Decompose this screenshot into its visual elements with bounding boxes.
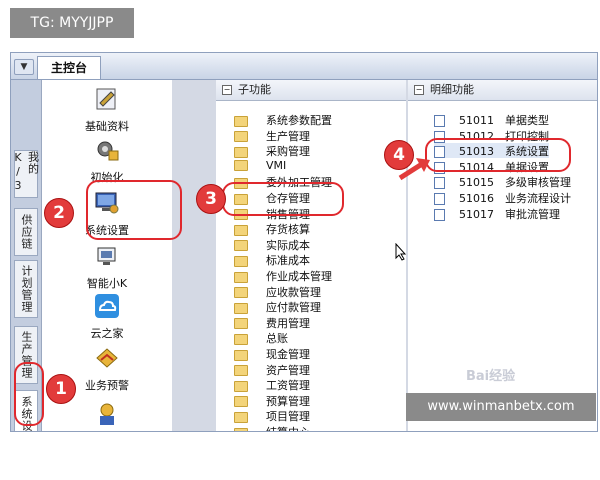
module-label: 基础资料 <box>85 120 129 133</box>
sub-function-item[interactable]: 采购管理 <box>234 143 310 158</box>
tab-bar: ▼ 主控台 <box>11 53 597 80</box>
step-3-badge: 3 <box>196 184 226 214</box>
highlight-ring-51013 <box>425 138 571 172</box>
sub-function-item[interactable]: 作业成本管理 <box>234 268 332 283</box>
sub-function-item[interactable]: 工资管理 <box>234 377 310 392</box>
module-label: 云之家 <box>90 327 124 340</box>
folder-icon <box>234 380 248 392</box>
site-watermark: www.winmanbetx.com <box>406 393 596 421</box>
module-smart-k[interactable]: 智能小K <box>42 243 172 291</box>
folder-icon <box>234 224 248 236</box>
folder-icon <box>234 271 248 283</box>
folder-icon <box>234 365 248 377</box>
sub-function-item[interactable]: 总账 <box>234 330 288 345</box>
robot-icon <box>97 247 116 265</box>
baidu-watermark: Bai经验 <box>466 369 516 384</box>
folder-icon <box>234 349 248 361</box>
folder-icon <box>234 146 248 158</box>
sub-function-item[interactable]: VMI <box>234 159 286 174</box>
arrow-icon <box>398 158 430 181</box>
step-1-badge: 1 <box>46 374 76 404</box>
folder-icon <box>234 240 248 252</box>
folder-icon <box>234 160 248 172</box>
module-cloud-home[interactable]: 云之家 <box>42 293 172 341</box>
folder-icon <box>234 396 248 408</box>
mouse-cursor-icon <box>395 243 407 261</box>
sub-function-item[interactable]: 实际成本 <box>234 237 310 252</box>
sub-function-header: − 子功能 <box>216 80 406 101</box>
user-icon <box>100 403 114 425</box>
document-icon <box>434 177 445 190</box>
sub-function-item[interactable]: 系统参数配置 <box>234 112 332 127</box>
folder-icon <box>234 427 248 431</box>
sub-function-item[interactable]: 预算管理 <box>234 393 310 408</box>
side-tab-supply-chain[interactable]: 供应链 <box>14 208 38 256</box>
sub-function-item[interactable]: 应付款管理 <box>234 299 321 314</box>
document-icon <box>434 208 445 221</box>
folder-icon <box>234 131 248 143</box>
side-tab-planning[interactable]: 计划管理 <box>14 260 38 318</box>
highlight-ring-side-tab <box>14 362 44 426</box>
sub-function-item[interactable]: 资产管理 <box>234 362 310 377</box>
sub-function-item[interactable]: 结算中心 <box>234 424 310 431</box>
sub-function-item[interactable]: 项目管理 <box>234 408 310 423</box>
side-tab-my-k3[interactable]: 我的K/3 <box>12 150 40 198</box>
document-icon <box>434 193 445 205</box>
folder-icon <box>234 287 248 299</box>
folder-icon <box>234 255 248 267</box>
highlight-ring-warehouse <box>222 182 344 216</box>
module-label: 智能小K <box>86 277 128 290</box>
collapse-icon[interactable]: − <box>414 85 424 95</box>
sub-function-item[interactable]: 应收款管理 <box>234 284 321 299</box>
document-icon <box>434 115 445 127</box>
module-more[interactable] <box>42 400 172 430</box>
sub-function-item[interactable]: 存货核算 <box>234 221 310 236</box>
tg-label: TG: MYYJJPP <box>10 8 134 38</box>
sub-function-panel: − 子功能 系统参数配置 生产管理 采购管理 VMI 委外加工管理 仓存管理 销售管理 存货核算… <box>216 80 406 431</box>
step-2-badge: 2 <box>44 198 74 228</box>
detail-function-header: − 明细功能 <box>408 80 597 101</box>
sub-function-item[interactable]: 标准成本 <box>234 252 310 267</box>
detail-function-item[interactable]: 51011 单据类型 <box>434 112 549 127</box>
folder-icon <box>234 318 248 330</box>
tab-dropdown-icon[interactable]: ▼ <box>14 59 34 75</box>
detail-function-item[interactable]: 51017 审批流管理 <box>434 206 560 221</box>
detail-function-item[interactable]: 51015 多级审核管理 <box>434 174 571 190</box>
alert-icon <box>96 348 118 368</box>
gear-cube-icon <box>97 141 119 161</box>
sub-function-item[interactable]: 生产管理 <box>234 128 310 143</box>
folder-icon <box>234 333 248 345</box>
tab-main-console[interactable]: 主控台 <box>37 56 101 79</box>
sub-function-item[interactable]: 费用管理 <box>234 315 310 330</box>
highlight-ring-system-settings <box>86 180 182 240</box>
detail-function-item[interactable]: 51016 业务流程设计 <box>434 190 571 205</box>
module-basic-data[interactable]: 基础资料 <box>42 86 172 134</box>
folder-icon <box>234 411 248 423</box>
database-icon <box>96 88 116 110</box>
folder-icon <box>234 115 248 127</box>
sub-function-item[interactable]: 现金管理 <box>234 346 310 361</box>
collapse-icon[interactable]: − <box>222 85 232 95</box>
cloud-icon <box>95 294 119 318</box>
folder-icon <box>234 302 248 314</box>
module-initialization[interactable]: 初始化 <box>42 137 172 185</box>
